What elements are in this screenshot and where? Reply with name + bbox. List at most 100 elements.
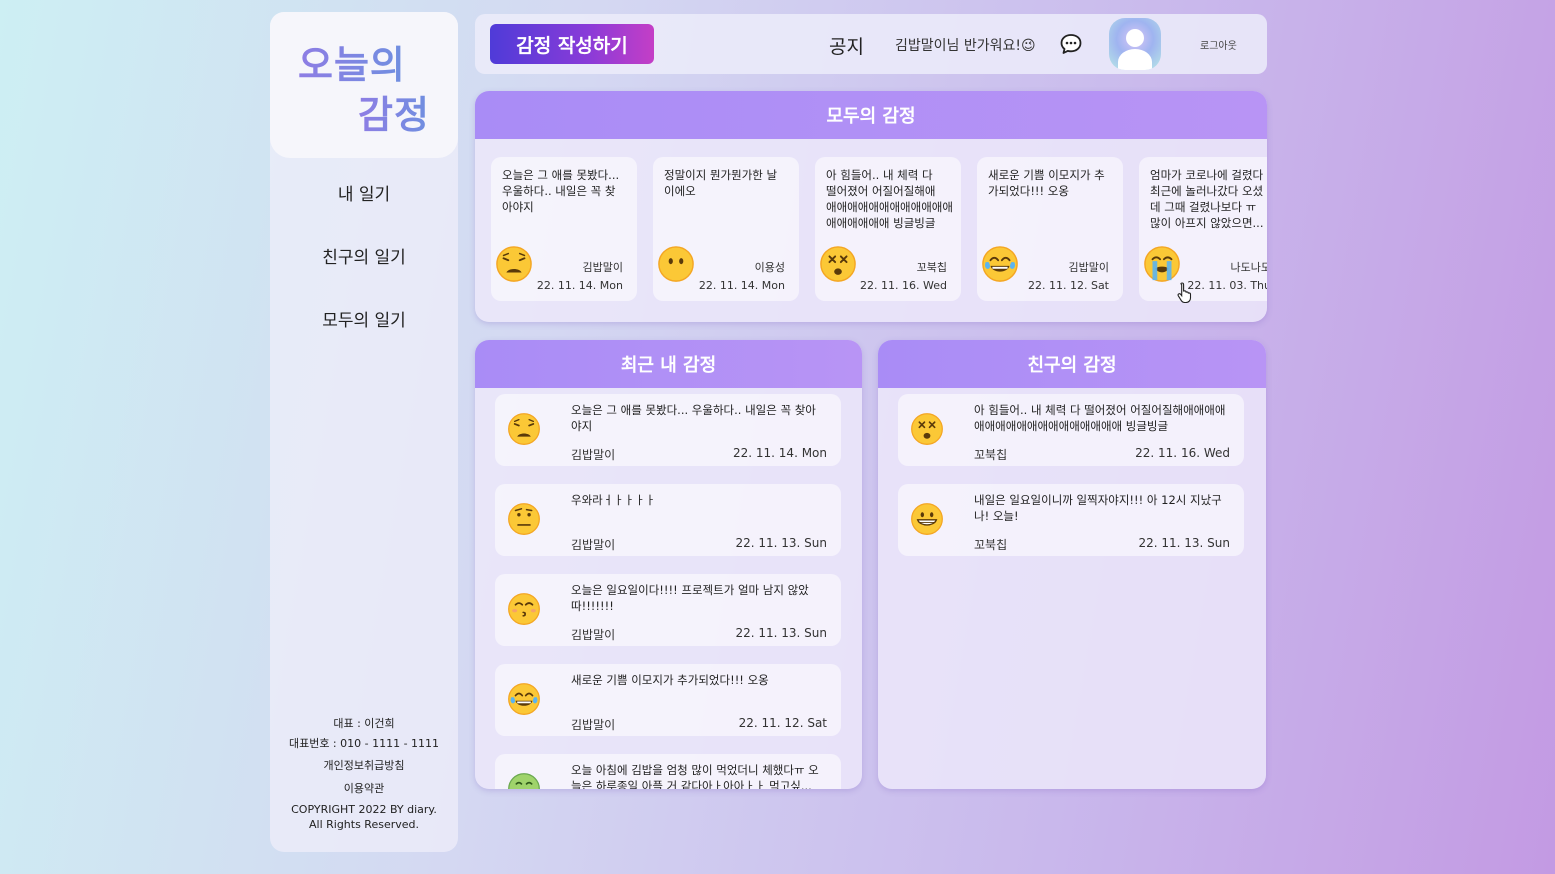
write-emotion-button[interactable]: 감정 작성하기	[490, 24, 654, 64]
nav-all-diary[interactable]: 모두의 일기	[270, 306, 458, 331]
profile-avatar[interactable]	[1109, 18, 1161, 70]
row-author: 꼬북칩	[974, 448, 1008, 462]
sidebar: 오늘의 감정 내 일기 친구의 일기 모두의 일기 대표 : 이건희 대표번호 …	[270, 12, 458, 852]
row-text-line: 우와라ㅓㅏㅏㅏㅏ	[571, 493, 656, 507]
nav-friend-diary[interactable]: 친구의 일기	[270, 243, 458, 268]
notice-link[interactable]: 공지	[829, 32, 864, 59]
footer-rights: All Rights Reserved.	[308, 818, 420, 831]
card-text: 새로운 기쁨 이모지가 추가되었다!!! 오옹	[988, 167, 1117, 231]
card-text: 오늘은 그 애를 못봤다... 우울하다.. 내일은 꼭 찾아야지	[502, 167, 631, 231]
all-emotions-title: 모두의 감정	[475, 91, 1267, 139]
nav-my-diary[interactable]: 내 일기	[270, 180, 458, 205]
row-text-line: 애애애애애애애애애애애애애애 빙글빙글	[974, 419, 1169, 433]
card-text-line: 우울하다.. 내일은 꼭 찾	[502, 184, 616, 198]
logout-link[interactable]: 로그아웃	[1200, 37, 1237, 52]
card-text: 엄마가 코로나에 걸렸다 최근에 놀러나갔다 오셨 데 그때 걸렸나보다 ㅠ 많이 아…	[1150, 167, 1267, 231]
footer-ceo: 대표 : 이건희	[333, 717, 395, 730]
emotion-card[interactable]: 아 힘들어.. 내 체력 다 떨어졌어 어질어질해애 애애애애애애애애애애애애 애애애…	[815, 157, 961, 301]
hand-cursor-icon	[1177, 282, 1192, 303]
footer-privacy-link[interactable]: 개인정보취급방침	[270, 757, 458, 773]
row-text-line: 야지	[571, 419, 593, 433]
dizzy-emoji-icon	[820, 246, 856, 282]
emotion-row[interactable]: 오늘 아침에 김밥을 엄청 많이 먹었더니 체했다ㅠ 오 늘은 하루종일 아플 거…	[495, 754, 841, 789]
row-text-line: 내일은 일요일이니까 일찍자야지!!! 아 12시 지났구	[974, 493, 1222, 507]
friend-emotions-title: 친구의 감정	[878, 340, 1266, 388]
footer-copyright: COPYRIGHT 2022 BY diary.	[291, 803, 437, 816]
chat-bubble-icon[interactable]	[1059, 32, 1083, 56]
card-author: 김밥말이	[1068, 261, 1109, 274]
row-text: 오늘 아침에 김밥을 엄청 많이 먹었더니 체했다ㅠ 오 늘은 하루종일 아플 거…	[571, 762, 833, 789]
emotion-card[interactable]: 새로운 기쁨 이모지가 추가되었다!!! 오옹 김밥말이 22. 11. 12. …	[977, 157, 1123, 301]
card-text-line: 많이 아프지 않았으면...	[1150, 216, 1264, 230]
footer-phone: 대표번호 : 010 - 1111 - 1111	[288, 737, 440, 750]
emotion-row[interactable]: 아 힘들어.. 내 체력 다 떨어졌어 어질어질해애애애애애애애애애애애애애애애…	[898, 394, 1244, 466]
row-author: 꼬북칩	[974, 538, 1008, 552]
card-text-line: 오늘은 그 애를 못봤다...	[502, 168, 620, 182]
avatar-head	[1126, 29, 1144, 47]
logo[interactable]: 오늘의 감정	[270, 12, 458, 158]
card-date: 22. 11. 12. Sat	[1027, 279, 1109, 292]
card-author: 꼬북칩	[916, 261, 947, 274]
emotion-row[interactable]: 새로운 기쁨 이모지가 추가되었다!!! 오옹김밥말이 22. 11. 12. S…	[495, 664, 841, 736]
row-text: 오늘은 그 애를 못봤다... 우울하다.. 내일은 꼭 찾아야지	[571, 402, 833, 438]
card-text-line: 새로운 기쁨 이모지가 추	[988, 168, 1105, 182]
joy-emoji-icon	[508, 683, 540, 715]
card-date: 22. 11. 14. Mon	[536, 279, 623, 292]
logo-line2: 감정	[358, 84, 430, 139]
weary-emoji-icon	[496, 246, 532, 282]
friend-emotions-panel: 친구의 감정 아 힘들어.. 내 체력 다 떨어졌어 어질어질해애애애애애애애애…	[878, 340, 1266, 789]
row-text-line: 아 힘들어.. 내 체력 다 떨어졌어 어질어질해애애애애	[974, 403, 1226, 417]
row-date: 22. 11. 14. Mon	[733, 446, 827, 460]
greeting-text: 김밥말이님 반가워요!😉	[895, 38, 1036, 54]
emotion-row[interactable]: 우와라ㅓㅏㅏㅏㅏ 김밥말이 22. 11. 13. Sun	[495, 484, 841, 556]
row-text-line: 따!!!!!!!	[571, 599, 614, 613]
kissing-emoji-icon	[508, 593, 540, 625]
row-text-line: 나! 오늘!	[974, 509, 1019, 523]
row-date: 22. 11. 12. Sat	[738, 716, 827, 730]
row-text: 우와라ㅓㅏㅏㅏㅏ	[571, 492, 833, 528]
card-author: 나도나도	[1230, 261, 1267, 274]
my-emotions-panel: 최근 내 감정 오늘은 그 애를 못봤다... 우울하다.. 내일은 꼭 찾아야…	[475, 340, 862, 789]
card-text-line: 애애애애애애애애애애애애	[826, 200, 953, 214]
row-text: 아 힘들어.. 내 체력 다 떨어졌어 어질어질해애애애애애애애애애애애애애애애…	[974, 402, 1236, 438]
card-text-line: 아야지	[502, 200, 534, 214]
row-author: 김밥말이	[571, 718, 616, 732]
card-text: 정말이지 뭔가뭔가한 날 이에오	[664, 167, 793, 231]
emotion-row[interactable]: 오늘은 그 애를 못봤다... 우울하다.. 내일은 꼭 찾아야지김밥말이 22.…	[495, 394, 841, 466]
card-author: 이용성	[754, 261, 785, 274]
card-text-line: 엄마가 코로나에 걸렸다	[1150, 168, 1264, 182]
card-text: 아 힘들어.. 내 체력 다 떨어졌어 어질어질해애 애애애애애애애애애애애애 애애애…	[826, 167, 955, 231]
footer-terms-link[interactable]: 이용약관	[270, 780, 458, 796]
row-author: 김밥말이	[571, 538, 616, 552]
row-date: 22. 11. 16. Wed	[1135, 446, 1230, 460]
sob-emoji-icon	[1144, 246, 1180, 282]
emotion-row[interactable]: 오늘은 일요일이다!!!! 프로젝트가 얼마 남지 않았 따!!!!!!! 김밥말이…	[495, 574, 841, 646]
row-text-line: 새로운 기쁨 이모지가 추가되었다!!! 오옹	[571, 673, 769, 687]
dizzy-emoji-icon	[911, 413, 943, 445]
emotion-card[interactable]: 정말이지 뭔가뭔가한 날 이에오 이용성 22. 11. 14. Mon	[653, 157, 799, 301]
my-emotions-title: 최근 내 감정	[475, 340, 862, 388]
avatar-body	[1118, 49, 1152, 70]
row-date: 22. 11. 13. Sun	[735, 626, 827, 640]
card-text-line: 최근에 놀러나갔다 오셨	[1150, 184, 1264, 198]
row-text-line: 오늘은 그 애를 못봤다... 우울하다.. 내일은 꼭 찾아	[571, 403, 816, 417]
row-date: 22. 11. 13. Sun	[735, 536, 827, 550]
card-text-line: 애애애애애애 빙글빙글	[826, 216, 936, 230]
weary-emoji-icon	[508, 413, 540, 445]
row-author: 김밥말이	[571, 448, 616, 462]
card-text-line: 가되었다!!! 오옹	[988, 184, 1069, 198]
card-text-line: 정말이지 뭔가뭔가한 날	[664, 168, 778, 182]
card-date: 22. 11. 03. Thu	[1187, 279, 1267, 292]
emotion-card[interactable]: 오늘은 그 애를 못봤다... 우울하다.. 내일은 꼭 찾아야지 김밥말이 22.…	[491, 157, 637, 301]
emotion-row[interactable]: 내일은 일요일이니까 일찍자야지!!! 아 12시 지났구 나! 오늘! 꼬북칩 22…	[898, 484, 1244, 556]
emotion-card[interactable]: 엄마가 코로나에 걸렸다 최근에 놀러나갔다 오셨 데 그때 걸렸나보다 ㅠ 많이 아…	[1139, 157, 1267, 301]
row-text: 오늘은 일요일이다!!!! 프로젝트가 얼마 남지 않았따!!!!!!!	[571, 582, 833, 618]
nauseated-emoji-icon	[508, 773, 540, 789]
row-text: 내일은 일요일이니까 일찍자야지!!! 아 12시 지났구나! 오늘!	[974, 492, 1236, 528]
row-text: 새로운 기쁨 이모지가 추가되었다!!! 오옹	[571, 672, 833, 708]
top-header: 감정 작성하기 공지 김밥말이님 반가워요!😉 로그아웃	[475, 14, 1267, 74]
card-date: 22. 11. 16. Wed	[860, 279, 947, 292]
row-text-line: 오늘은 일요일이다!!!! 프로젝트가 얼마 남지 않았	[571, 583, 809, 597]
card-date: 22. 11. 14. Mon	[698, 279, 785, 292]
card-author: 김밥말이	[582, 261, 623, 274]
